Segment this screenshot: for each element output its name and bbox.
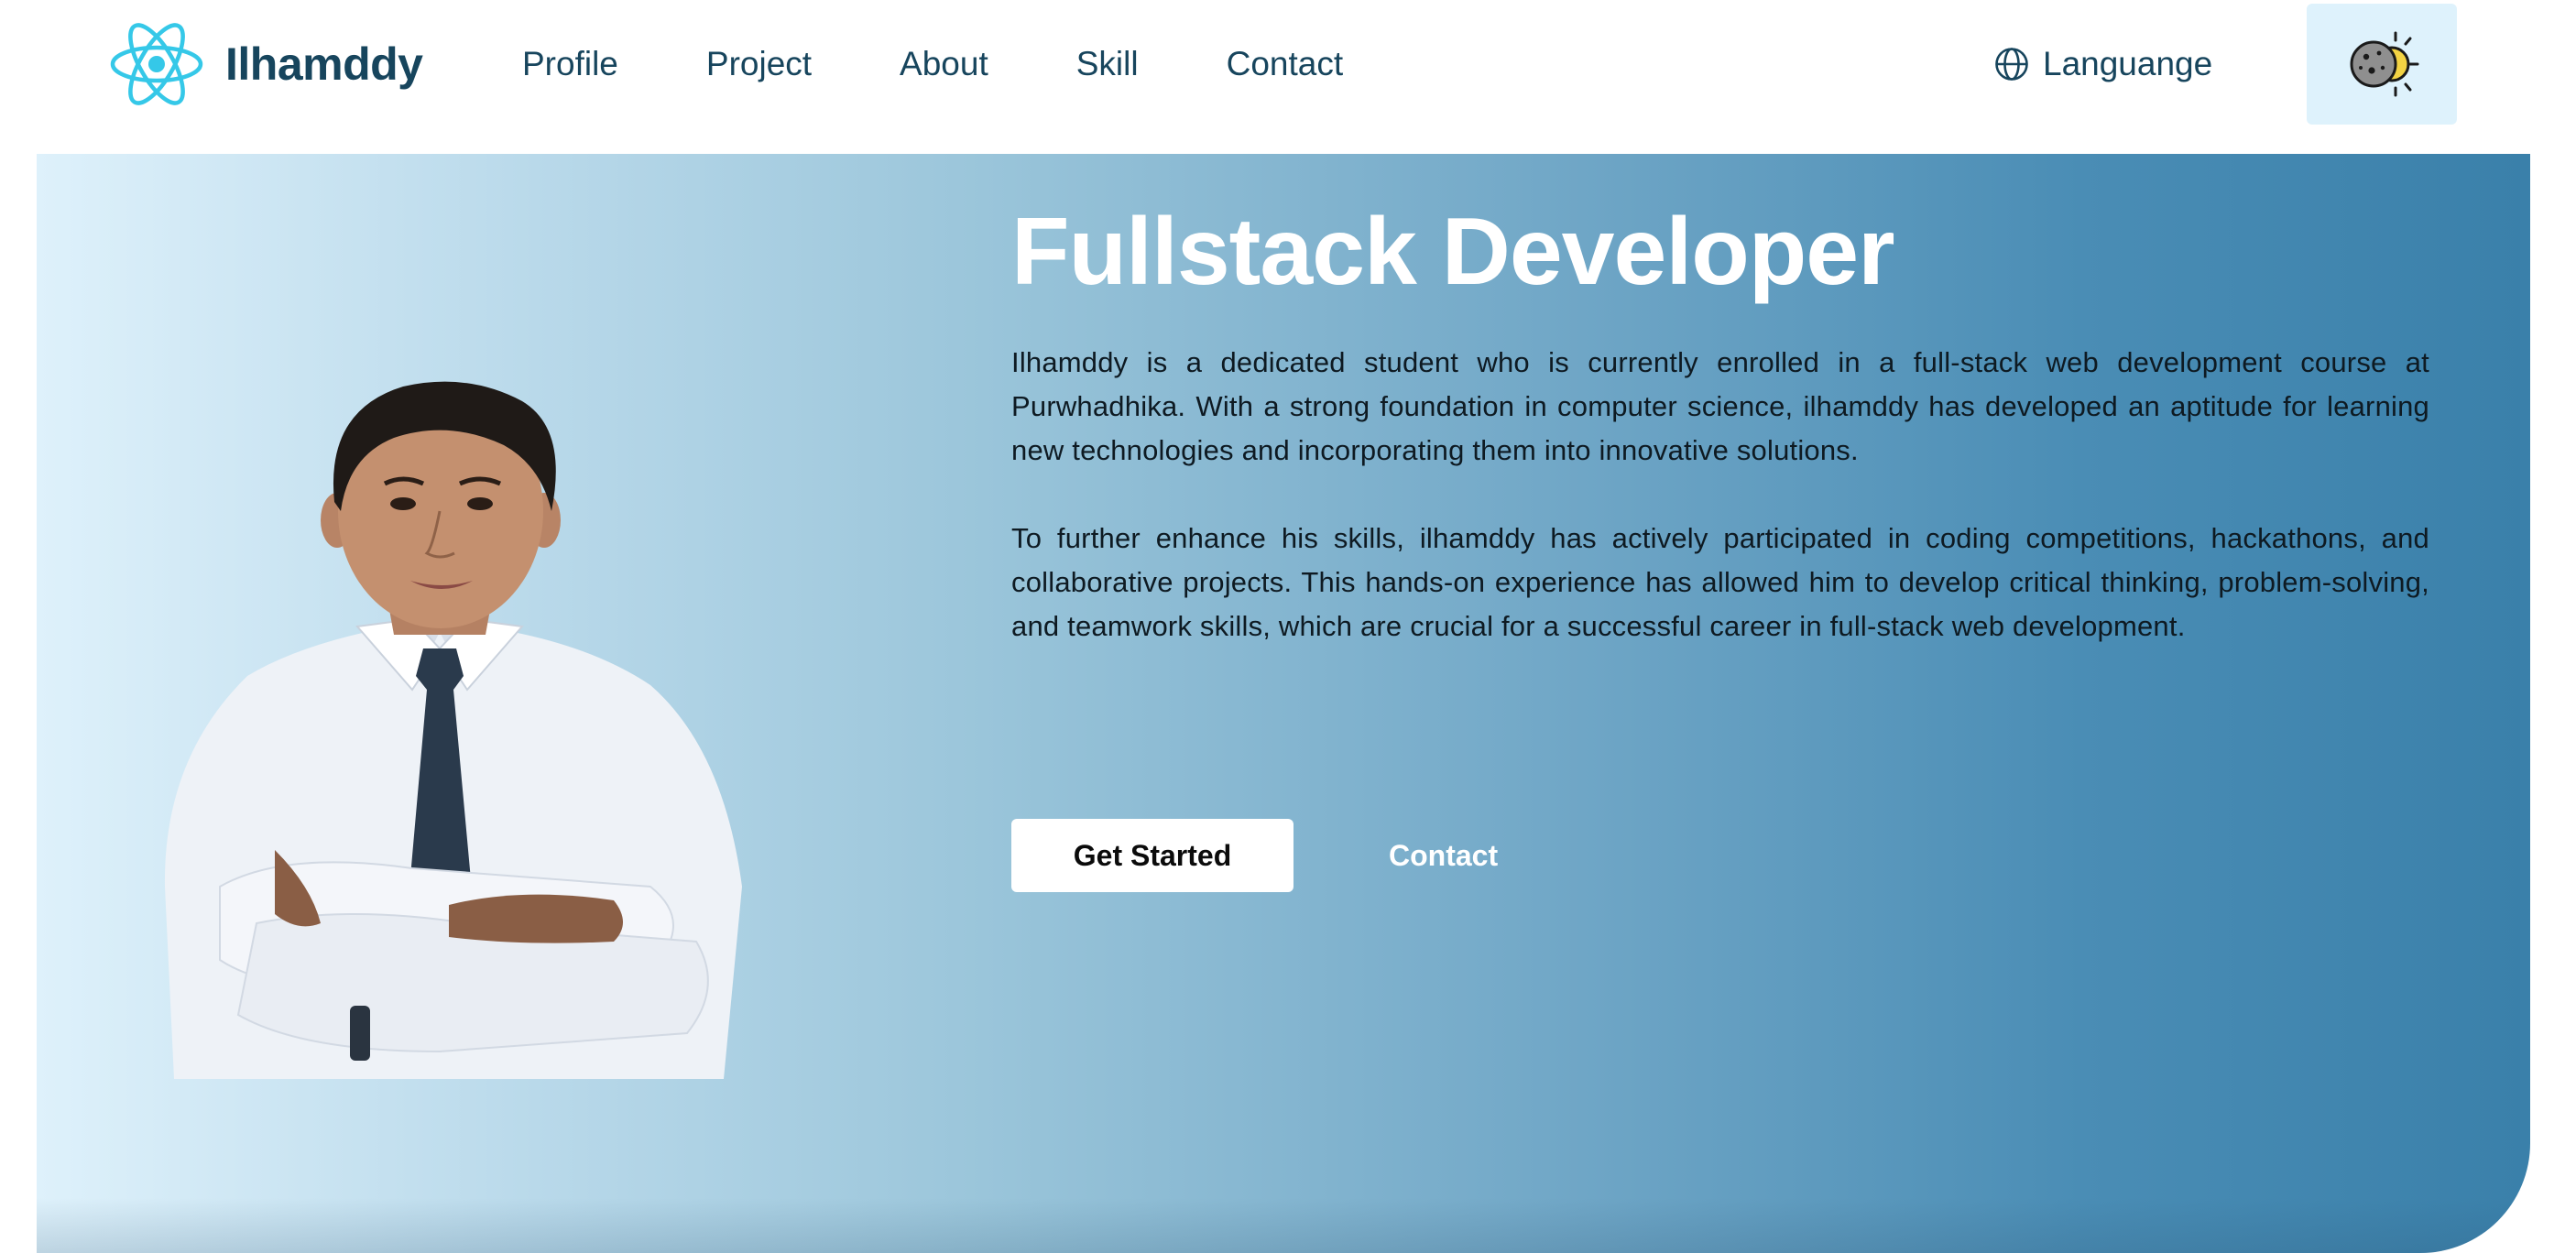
globe-icon (1995, 48, 2028, 81)
brand-name: Ilhamddy (225, 38, 423, 90)
hero-actions: Get Started Contact (1011, 819, 1498, 892)
navbar: Ilhamddy Profile Project About Skill Con… (0, 0, 2576, 154)
brand[interactable]: Ilhamddy (108, 18, 423, 110)
hero-paragraph-1: Ilhamddy is a dedicated student who is c… (1011, 346, 2429, 467)
nav-link-profile[interactable]: Profile (522, 45, 618, 83)
get-started-button[interactable]: Get Started (1011, 819, 1293, 892)
contact-button[interactable]: Contact (1389, 839, 1498, 873)
nav-link-contact[interactable]: Contact (1227, 45, 1344, 83)
moon-sun-icon (2350, 31, 2419, 97)
hero-paragraph-2: To further enhance his skills, ilhamddy … (1011, 522, 2429, 643)
language-selector[interactable]: Languange (1993, 37, 2212, 92)
hero-title: Fullstack Developer (1011, 199, 1895, 305)
hero-bottom-shade (37, 1198, 2530, 1253)
main-nav: Profile Project About Skill Contact (522, 37, 1343, 92)
profile-portrait (164, 381, 742, 1079)
nav-link-about[interactable]: About (900, 45, 988, 83)
language-label: Languange (2043, 45, 2213, 82)
nav-link-skill[interactable]: Skill (1076, 45, 1139, 83)
theme-toggle-button[interactable] (2307, 4, 2457, 125)
nav-link-project[interactable]: Project (706, 45, 812, 83)
hero-content: Fullstack Developer Ilhamddy is a dedica… (1011, 200, 2429, 648)
react-atom-icon (110, 23, 203, 105)
